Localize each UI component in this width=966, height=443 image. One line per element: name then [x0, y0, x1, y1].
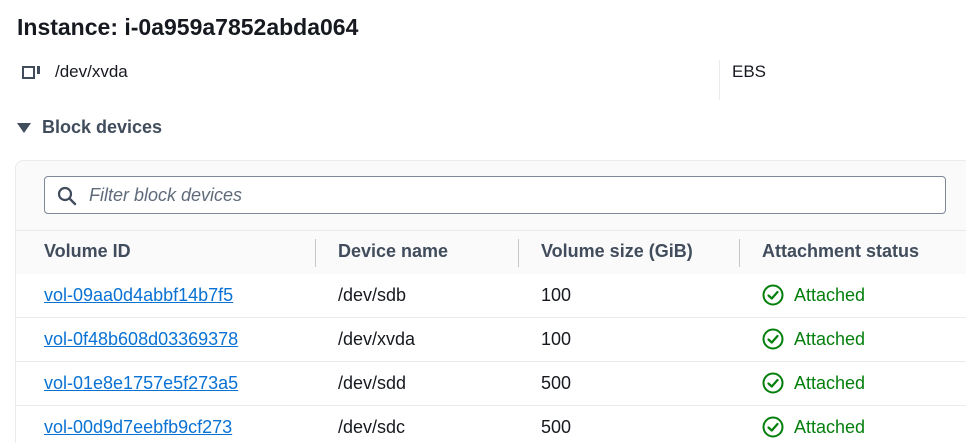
device-name-cell: /dev/sdd: [338, 373, 407, 393]
volume-id-link[interactable]: vol-00d9d7eebfb9cf273: [44, 417, 232, 438]
table-header-row: Volume ID Device name Volume size (GiB) …: [16, 230, 966, 275]
column-resizer[interactable]: [315, 239, 316, 267]
root-device-row: /dev/xvda EBS: [22, 60, 966, 100]
column-resizer[interactable]: [739, 239, 740, 267]
block-devices-table: Volume ID Device name Volume size (GiB) …: [15, 160, 966, 443]
column-header-volume-id[interactable]: Volume ID: [44, 241, 131, 262]
filter-input[interactable]: [89, 177, 929, 213]
attachment-status-label: Attached: [794, 416, 866, 437]
volume-id-link[interactable]: vol-01e8e1757e5f273a5: [44, 373, 238, 394]
attachment-status-label: Attached: [794, 284, 866, 305]
block-devices-expander[interactable]: Block devices: [16, 117, 162, 138]
table-body: vol-09aa0d4abbf14b7f5 /dev/sdb 100 Attac…: [16, 274, 966, 443]
attachment-status: Attached: [762, 328, 865, 350]
column-header-device-name[interactable]: Device name: [338, 241, 448, 262]
device-name-cell: /dev/sdc: [338, 417, 406, 437]
instance-storage-page: Instance: i-0a959a7852abda064 /dev/xvda …: [0, 0, 966, 443]
page-title: Instance: i-0a959a7852abda064: [17, 14, 359, 40]
root-device-type: EBS: [732, 62, 767, 81]
column-header-volume-size[interactable]: Volume size (GiB): [541, 241, 693, 262]
device-name-cell: /dev/xvda: [338, 329, 416, 349]
section-title: Block devices: [42, 117, 163, 137]
device-name-cell: /dev/sdb: [338, 285, 407, 305]
volume-id-link[interactable]: vol-09aa0d4abbf14b7f5: [44, 285, 233, 306]
column-header-attachment-status[interactable]: Attachment status: [762, 241, 919, 262]
attachment-status: Attached: [762, 416, 865, 438]
attachment-status: Attached: [762, 372, 865, 394]
caret-down-icon: [17, 122, 31, 133]
volume-size-cell: 100: [541, 285, 572, 305]
table-row: vol-00d9d7eebfb9cf273 /dev/sdc 500 Attac…: [16, 406, 966, 443]
volume-icon: [22, 66, 40, 79]
filter-field[interactable]: [44, 176, 946, 214]
volume-size-cell: 100: [541, 329, 572, 349]
table-row: vol-01e8e1757e5f273a5 /dev/sdd 500 Attac…: [16, 362, 966, 406]
table-row: vol-09aa0d4abbf14b7f5 /dev/sdb 100 Attac…: [16, 274, 966, 318]
search-icon: [57, 186, 77, 206]
success-check-icon: [762, 284, 784, 306]
volume-size-cell: 500: [541, 373, 572, 393]
success-check-icon: [762, 416, 784, 438]
attachment-status-label: Attached: [794, 372, 866, 393]
success-check-icon: [762, 372, 784, 394]
attachment-status-label: Attached: [794, 328, 866, 349]
column-resizer[interactable]: [518, 239, 519, 267]
success-check-icon: [762, 328, 784, 350]
volume-id-link[interactable]: vol-0f48b608d03369378: [44, 329, 238, 350]
attachment-status: Attached: [762, 284, 865, 306]
root-device-name: /dev/xvda: [55, 62, 128, 81]
column-divider: [719, 60, 720, 100]
table-row: vol-0f48b608d03369378 /dev/xvda 100 Atta…: [16, 318, 966, 362]
volume-size-cell: 500: [541, 417, 572, 437]
